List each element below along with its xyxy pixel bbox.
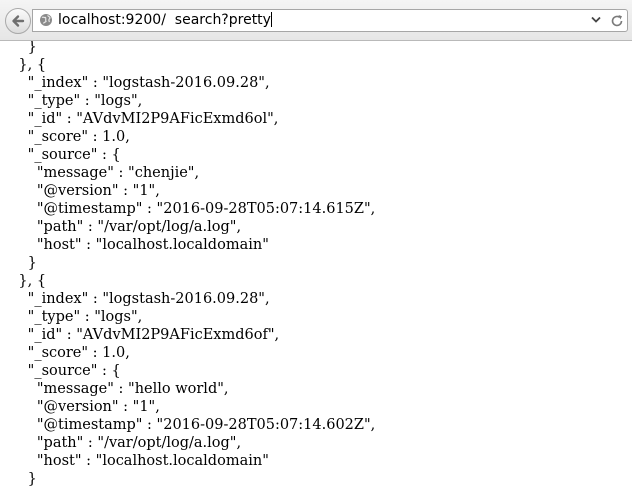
back-arrow-icon: [12, 15, 25, 27]
json-line: "_id" : "AVdvMI2P9AFicExmd6ol",: [0, 111, 279, 127]
json-line: }, {: [0, 57, 47, 73]
globe-icon: [40, 14, 52, 26]
address-bar[interactable]: localhost:9200/ search?pretty: [32, 9, 628, 32]
browser-toolbar: localhost:9200/ search?pretty: [0, 0, 632, 41]
json-line: }, {: [0, 273, 47, 289]
json-line: "host" : "localhost.localdomain": [0, 237, 269, 253]
json-response-view: } }, { "_index" : "logstash-2016.09.28",…: [0, 41, 632, 490]
json-line: "_type" : "logs",: [0, 309, 143, 325]
json-line: "path" : "/var/opt/log/a.log",: [0, 219, 242, 235]
json-line: "host" : "localhost.localdomain": [0, 453, 269, 469]
json-line: }: [0, 471, 37, 487]
json-line: "@timestamp" : "2016-09-28T05:07:14.602Z…: [0, 417, 376, 433]
json-line: "@timestamp" : "2016-09-28T05:07:14.615Z…: [0, 201, 376, 217]
text-caret: [270, 12, 272, 27]
json-line: "_source" : {: [0, 363, 121, 379]
reload-icon[interactable]: [609, 13, 625, 29]
json-line: "@version" : "1",: [0, 399, 160, 415]
json-line: "_score" : 1.0,: [0, 345, 130, 361]
json-line: "message" : "hello world",: [0, 381, 229, 397]
json-line: "message" : "chenjie",: [0, 165, 200, 181]
json-line: "_index" : "logstash-2016.09.28",: [0, 75, 270, 91]
json-line: "_type" : "logs",: [0, 93, 143, 109]
json-line: }: [0, 255, 37, 271]
json-line: "_score" : 1.0,: [0, 129, 130, 145]
back-button[interactable]: [5, 8, 31, 34]
json-line: "_index" : "logstash-2016.09.28",: [0, 291, 270, 307]
json-line: }: [0, 41, 37, 55]
url-text[interactable]: localhost:9200/ search?pretty: [58, 11, 272, 30]
chevron-down-icon[interactable]: [591, 16, 601, 24]
json-line: "_source" : {: [0, 147, 121, 163]
json-line: "path" : "/var/opt/log/a.log",: [0, 435, 242, 451]
json-line: "@version" : "1",: [0, 183, 160, 199]
json-line: "_id" : "AVdvMI2P9AFicExmd6of",: [0, 327, 280, 343]
